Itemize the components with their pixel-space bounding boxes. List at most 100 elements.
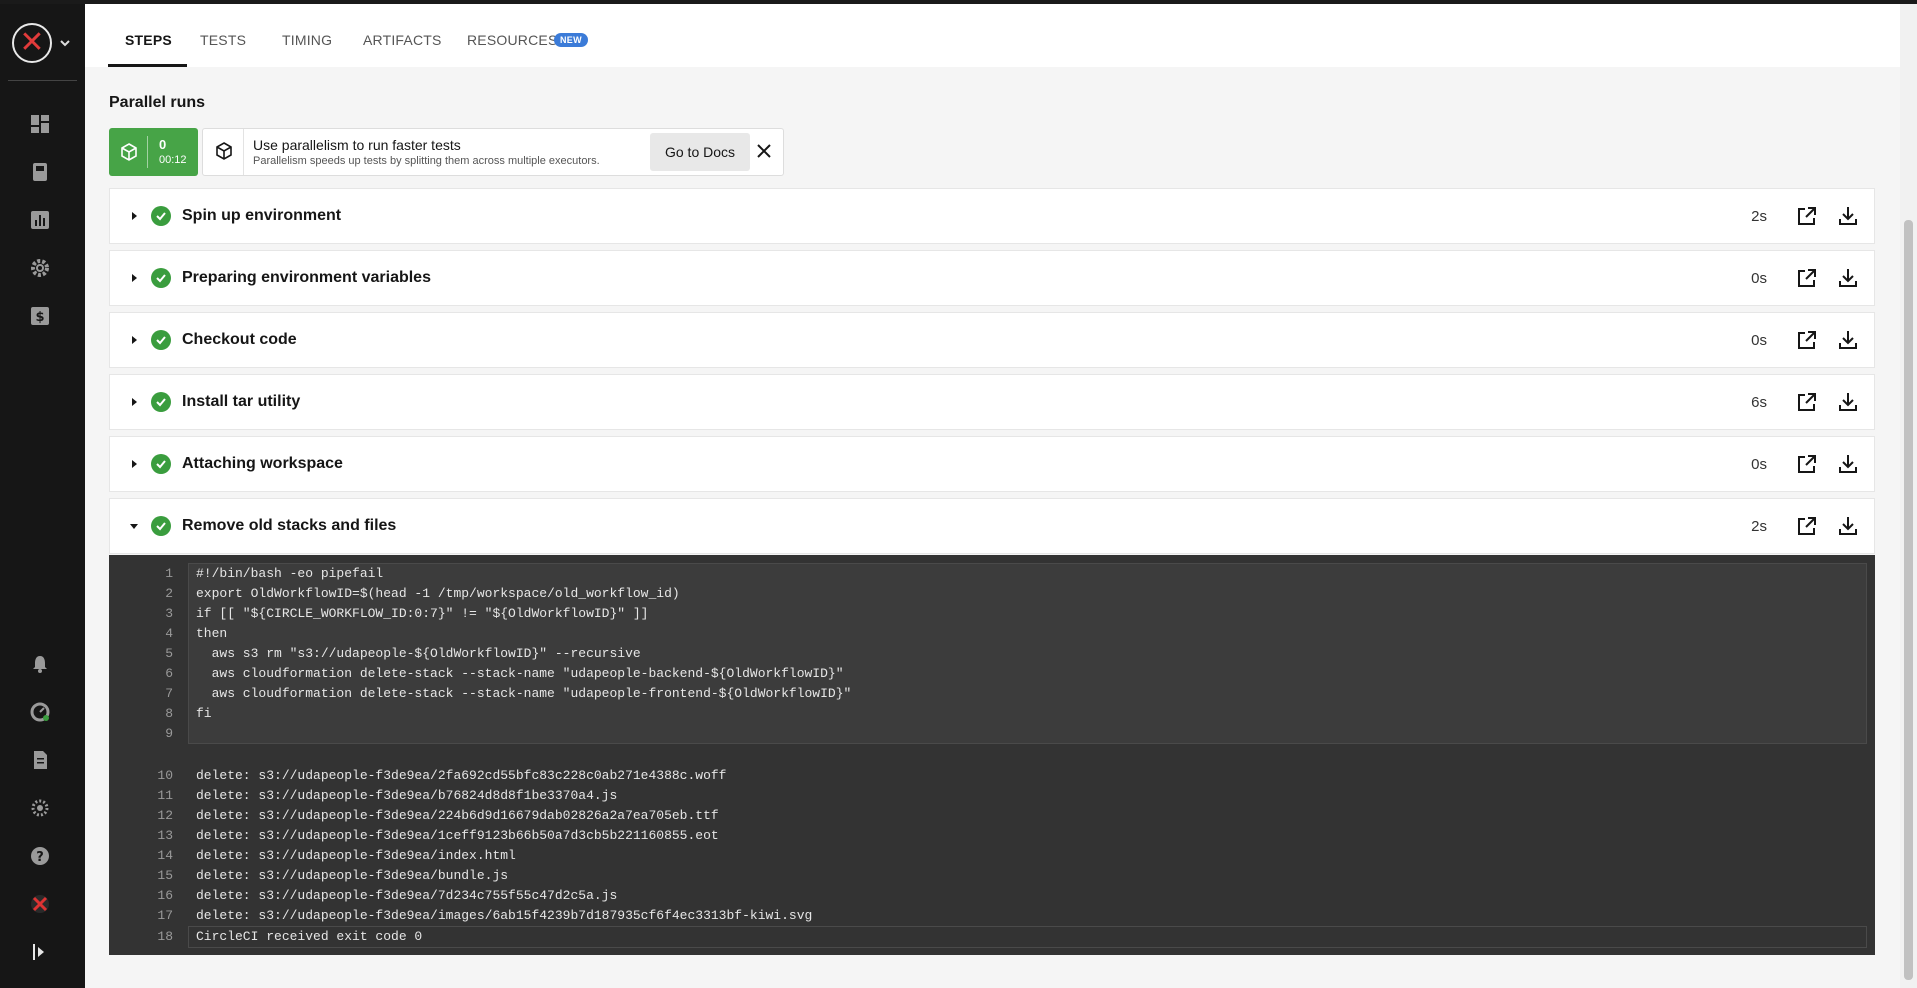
tab-artifacts[interactable]: ARTIFACTS xyxy=(363,32,442,48)
help-icon[interactable]: ? xyxy=(28,844,52,868)
exit-code-line: CircleCI received exit code 0 xyxy=(196,929,423,944)
step-row[interactable]: Preparing environment variables 0s xyxy=(109,250,1875,306)
success-check-icon xyxy=(151,516,171,536)
tab-steps[interactable]: STEPS xyxy=(125,32,172,48)
step-duration: 0s xyxy=(1751,456,1767,473)
projects-icon[interactable] xyxy=(28,160,52,184)
line-number: 9 xyxy=(165,726,173,741)
line-number: 16 xyxy=(157,888,173,903)
circleci-gear-icon[interactable] xyxy=(28,796,52,820)
success-check-icon xyxy=(151,268,171,288)
plan-icon[interactable]: $ xyxy=(28,304,52,328)
line-number: 8 xyxy=(165,706,173,721)
step-duration: 6s xyxy=(1751,394,1767,411)
line-number: 1 xyxy=(165,566,173,581)
step-name: Attaching workspace xyxy=(182,455,343,472)
line-number: 14 xyxy=(157,848,173,863)
success-check-icon xyxy=(151,330,171,350)
line-number: 5 xyxy=(165,646,173,661)
tab-resources[interactable]: RESOURCES xyxy=(467,32,557,48)
output-line: delete: s3://udapeople-f3de9ea/1ceff9123… xyxy=(196,828,719,843)
caret-down-icon[interactable] xyxy=(129,521,139,531)
step-name: Preparing environment variables xyxy=(182,269,431,286)
expand-sidebar-icon[interactable] xyxy=(28,940,52,964)
step-row[interactable]: Install tar utility 6s xyxy=(109,374,1875,430)
container-icon xyxy=(121,143,137,161)
step-row-expanded[interactable]: Remove old stacks and files 2s xyxy=(109,498,1875,554)
output-line: delete: s3://udapeople-f3de9ea/bundle.js xyxy=(196,868,509,883)
download-icon[interactable] xyxy=(1837,329,1859,351)
dashboard-icon[interactable] xyxy=(28,112,52,136)
step-name: Install tar utility xyxy=(182,393,301,410)
page-scrollbar[interactable] xyxy=(1900,4,1917,988)
tab-tests[interactable]: TESTS xyxy=(200,32,246,48)
open-external-icon[interactable] xyxy=(1796,205,1818,227)
line-number: 17 xyxy=(157,908,173,923)
download-icon[interactable] xyxy=(1837,267,1859,289)
caret-right-icon[interactable] xyxy=(129,459,139,469)
line-number: 15 xyxy=(157,868,173,883)
step-name: Remove old stacks and files xyxy=(182,517,397,534)
parallel-run-button[interactable]: 0 00:12 xyxy=(109,128,198,176)
command-line: aws s3 rm "s3://udapeople-${OldWorkflowI… xyxy=(196,646,641,661)
download-icon[interactable] xyxy=(1837,515,1859,537)
step-row[interactable]: Attaching workspace 0s xyxy=(109,436,1875,492)
download-icon[interactable] xyxy=(1837,205,1859,227)
command-line: if [[ "${CIRCLE_WORKFLOW_ID:0:7}" != "${… xyxy=(196,606,649,621)
command-line: fi xyxy=(196,706,212,721)
run-index: 0 xyxy=(159,137,167,152)
step-duration: 2s xyxy=(1751,208,1767,225)
command-line: export OldWorkflowID=$(head -1 /tmp/work… xyxy=(196,586,680,601)
docs-icon[interactable] xyxy=(28,748,52,772)
command-line: #!/bin/bash -eo pipefail xyxy=(196,566,384,581)
caret-right-icon[interactable] xyxy=(129,335,139,345)
close-icon[interactable] xyxy=(754,141,774,161)
caret-right-icon[interactable] xyxy=(129,273,139,283)
line-number: 10 xyxy=(157,768,173,783)
go-to-docs-button[interactable]: Go to Docs xyxy=(650,133,750,171)
step-name: Checkout code xyxy=(182,331,297,348)
status-icon[interactable] xyxy=(28,700,52,724)
step-row[interactable]: Spin up environment 2s xyxy=(109,188,1875,244)
output-line: delete: s3://udapeople-f3de9ea/7d234c755… xyxy=(196,888,618,903)
open-external-icon[interactable] xyxy=(1796,515,1818,537)
caret-right-icon[interactable] xyxy=(129,397,139,407)
output-line: delete: s3://udapeople-f3de9ea/b76824d8d… xyxy=(196,788,618,803)
user-avatar-icon[interactable] xyxy=(28,892,52,916)
new-badge: NEW xyxy=(554,33,588,47)
parallelism-hint: Use parallelism to run faster tests Para… xyxy=(202,128,784,176)
org-logo-icon: ✕ xyxy=(19,25,45,60)
tab-timing[interactable]: TIMING xyxy=(282,32,332,48)
settings-icon[interactable] xyxy=(28,256,52,280)
output-line: delete: s3://udapeople-f3de9ea/images/6a… xyxy=(196,908,813,923)
step-duration: 2s xyxy=(1751,518,1767,535)
step-duration: 0s xyxy=(1751,270,1767,287)
parallel-runs-title: Parallel runs xyxy=(109,94,206,111)
command-line: aws cloudformation delete-stack --stack-… xyxy=(196,686,852,701)
caret-right-icon[interactable] xyxy=(129,211,139,221)
step-output-terminal[interactable]: 1 #!/bin/bash -eo pipefail 2 export OldWor… xyxy=(109,555,1875,955)
download-icon[interactable] xyxy=(1837,453,1859,475)
open-external-icon[interactable] xyxy=(1796,329,1818,351)
job-tabs: STEPS TESTS TIMING ARTIFACTS RESOURCES N… xyxy=(85,4,1900,68)
notifications-icon[interactable] xyxy=(28,652,52,676)
command-line: then xyxy=(196,626,228,641)
open-external-icon[interactable] xyxy=(1796,267,1818,289)
line-number: 12 xyxy=(157,808,173,823)
insights-icon[interactable] xyxy=(28,208,52,232)
open-external-icon[interactable] xyxy=(1796,391,1818,413)
sidebar: ✕ $ ? xyxy=(0,4,85,988)
chevron-down-icon[interactable] xyxy=(58,36,72,50)
output-line: delete: s3://udapeople-f3de9ea/2fa692cd5… xyxy=(196,768,727,783)
step-name: Spin up environment xyxy=(182,207,342,224)
step-row[interactable]: Checkout code 0s xyxy=(109,312,1875,368)
org-logo-button[interactable]: ✕ xyxy=(12,23,52,63)
success-check-icon xyxy=(151,454,171,474)
open-external-icon[interactable] xyxy=(1796,453,1818,475)
line-number: 4 xyxy=(165,626,173,641)
scrollbar-thumb[interactable] xyxy=(1904,220,1913,980)
hint-subtitle: Parallelism speeds up tests by splitting… xyxy=(253,155,600,167)
download-icon[interactable] xyxy=(1837,391,1859,413)
line-number: 2 xyxy=(165,586,173,601)
success-check-icon xyxy=(151,206,171,226)
